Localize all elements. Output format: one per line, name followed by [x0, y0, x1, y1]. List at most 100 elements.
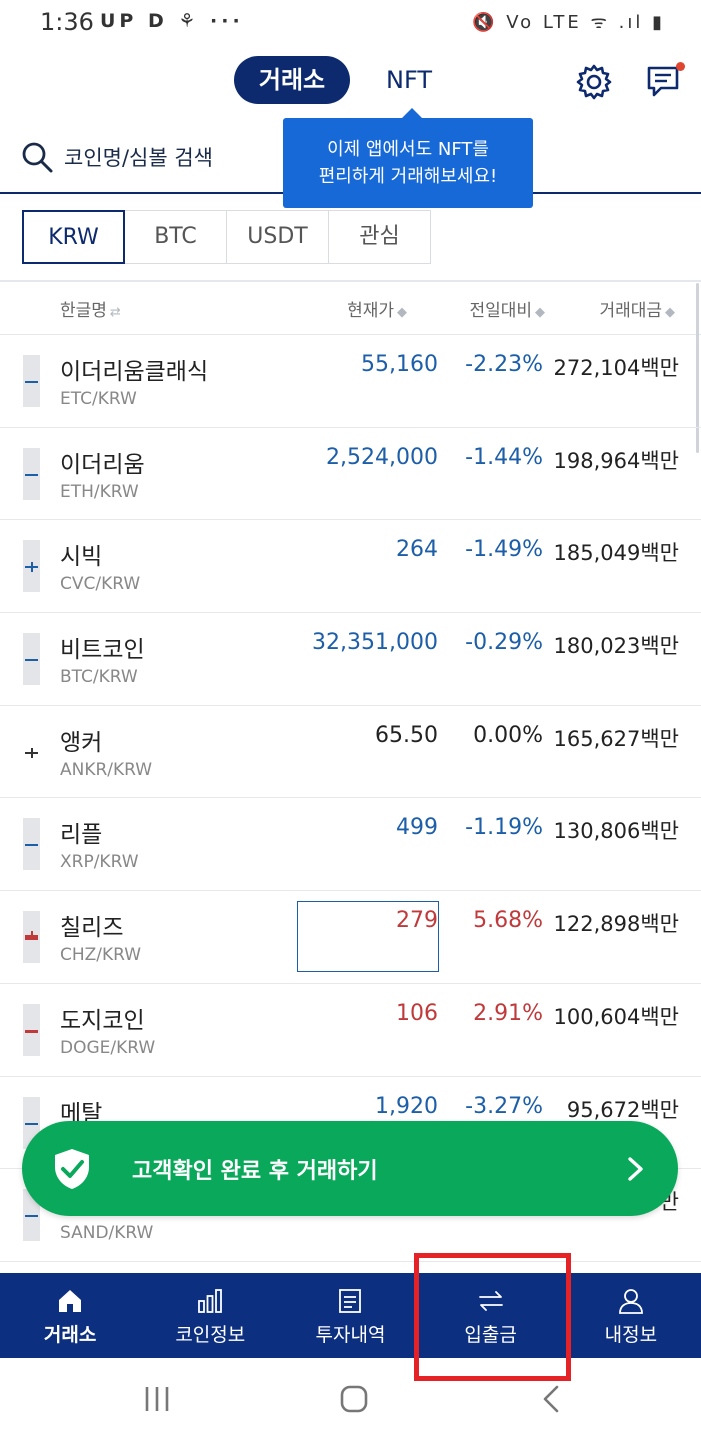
coin-price: 1,920 — [375, 1093, 438, 1119]
coin-symbol: SAND/KRW — [60, 1223, 154, 1244]
coin-volume: 130,806백만 — [553, 819, 679, 844]
back-icon[interactable] — [538, 1384, 568, 1414]
coin-change: -1.44% — [465, 444, 543, 470]
column-headers: 한글명 ⇄ 현재가 ◆ 전일대비 ◆ 거래대금 ◆ — [0, 283, 701, 335]
coin-change: -1.49% — [465, 537, 543, 563]
system-status-icons: 🔇 Vo LTE ᯤ .ıl ▮ — [472, 12, 665, 33]
coin-name: 비트코인 — [60, 637, 145, 664]
highlight-box — [414, 1253, 571, 1381]
candle-icon — [23, 818, 40, 871]
candle-icon — [23, 447, 40, 500]
coin-price: 264 — [396, 537, 438, 563]
coin-volume: 180,023백만 — [553, 634, 679, 659]
nav-investments[interactable]: 투자내역 — [280, 1273, 420, 1358]
bar-chart-icon — [196, 1287, 224, 1315]
market-tab-favorites[interactable]: 관심 — [328, 210, 431, 264]
tab-exchange[interactable]: 거래소 — [234, 56, 350, 104]
sort-icon: ◆ — [665, 305, 675, 320]
nav-label: 코인정보 — [175, 1324, 246, 1346]
bottom-nav: 거래소 코인정보 투자내역 입출금 내정보 — [0, 1273, 701, 1358]
candle-icon — [23, 633, 40, 686]
coin-price: 65.50 — [375, 722, 438, 748]
coin-change: 2.91% — [473, 1000, 543, 1026]
nav-exchange[interactable]: 거래소 — [0, 1273, 140, 1358]
column-change[interactable]: 전일대비 ◆ — [469, 296, 545, 321]
table-row[interactable]: 칠리즈 CHZ/KRW 279 5.68% 122,898백만 — [0, 891, 701, 984]
coin-name: 시빅 — [60, 544, 103, 571]
candle-icon — [23, 1003, 40, 1056]
coin-price: 2,524,000 — [326, 444, 438, 470]
tooltip-line-1: 이제 앱에서도 NFT를 — [327, 139, 489, 160]
coin-price: 106 — [396, 1000, 438, 1026]
system-nav-bar — [0, 1358, 701, 1440]
market-tabs: KRW BTC USDT 관심 — [22, 210, 431, 264]
user-icon — [617, 1287, 645, 1315]
recent-apps-icon[interactable] — [142, 1384, 172, 1414]
home-icon — [56, 1287, 84, 1315]
tooltip-line-2: 편리하게 거래해보세요! — [318, 166, 498, 187]
coin-symbol: BTC/KRW — [60, 667, 138, 688]
nav-label: 투자내역 — [315, 1324, 386, 1346]
table-row[interactable]: 앵커 ANKR/KRW 65.50 0.00% 165,627백만 — [0, 706, 701, 799]
coin-symbol: ETH/KRW — [60, 481, 139, 502]
coin-change: -1.19% — [465, 815, 543, 841]
coin-name: 이더리움 — [60, 451, 145, 478]
coin-change: -0.29% — [465, 630, 543, 656]
candle-icon — [23, 726, 40, 778]
table-row[interactable]: 이더리움클래식 ETC/KRW 55,160 -2.23% 272,104백만 — [0, 335, 701, 428]
swap-sort-icon: ⇄ — [109, 305, 121, 320]
search-icon — [20, 140, 54, 174]
table-row[interactable]: 이더리움 ETH/KRW 2,524,000 -1.44% 198,964백만 — [0, 428, 701, 521]
column-change-label: 전일대비 — [469, 301, 532, 321]
chat-icon[interactable] — [645, 62, 685, 102]
table-row[interactable]: 리플 XRP/KRW 499 -1.19% 130,806백만 — [0, 798, 701, 892]
coin-volume: 185,049백만 — [553, 541, 679, 566]
nav-my-info[interactable]: 내정보 — [561, 1273, 701, 1358]
notification-dot — [676, 62, 685, 71]
nav-label: 내정보 — [604, 1324, 658, 1346]
gear-icon[interactable] — [574, 62, 614, 102]
nav-label: 거래소 — [43, 1324, 97, 1346]
nav-coin-info[interactable]: 코인정보 — [140, 1273, 280, 1358]
home-button-icon[interactable] — [339, 1384, 369, 1414]
column-price[interactable]: 현재가 ◆ — [347, 296, 407, 321]
coin-name: 이더리움클래식 — [60, 359, 209, 385]
column-price-label: 현재가 — [347, 301, 394, 321]
coin-volume: 122,898백만 — [553, 912, 679, 937]
tab-nft[interactable]: NFT — [364, 56, 454, 104]
table-row[interactable]: 도지코인 DOGE/KRW 106 2.91% 100,604백만 — [0, 984, 701, 1077]
sort-icon: ◆ — [397, 305, 407, 320]
coin-price: 279 — [396, 908, 438, 934]
shield-check-icon — [52, 1147, 92, 1191]
table-row[interactable]: 비트코인 BTC/KRW 32,351,000 -0.29% 180,023백만 — [0, 613, 701, 706]
coin-change: 0.00% — [473, 722, 543, 748]
coin-price: 499 — [396, 815, 438, 841]
column-volume[interactable]: 거래대금 ◆ — [599, 296, 675, 321]
search-input[interactable]: 코인명/심볼 검색 — [64, 142, 213, 172]
column-name[interactable]: 한글명 ⇄ — [60, 296, 121, 321]
status-bar: 1:36 UP D ⚘ ··· 🔇 Vo LTE ᯤ .ıl ▮ — [0, 0, 701, 44]
coin-change: -2.23% — [465, 352, 543, 377]
document-icon — [336, 1287, 364, 1315]
coin-name: 칠리즈 — [60, 915, 124, 942]
market-tab-krw[interactable]: KRW — [22, 210, 125, 264]
market-tab-usdt[interactable]: USDT — [226, 210, 329, 264]
kyc-banner-button[interactable]: 고객확인 완료 후 거래하기 — [22, 1121, 678, 1216]
coin-name: 앵커 — [60, 729, 103, 756]
coin-volume: 100,604백만 — [553, 1004, 679, 1029]
column-volume-label: 거래대금 — [599, 301, 662, 321]
coin-volume: 198,964백만 — [553, 448, 679, 473]
table-row[interactable]: 시빅 CVC/KRW 264 -1.49% 185,049백만 — [0, 520, 701, 614]
candle-icon — [23, 911, 40, 964]
kyc-banner-text: 고객확인 완료 후 거래하기 — [132, 1159, 378, 1184]
coin-name: 도지코인 — [60, 1007, 145, 1034]
market-tab-btc[interactable]: BTC — [124, 210, 227, 264]
coin-symbol: ETC/KRW — [60, 389, 137, 409]
coin-volume: 95,672백만 — [566, 1097, 679, 1122]
nft-tooltip[interactable]: 이제 앱에서도 NFT를 편리하게 거래해보세요! — [283, 108, 533, 208]
candle-icon — [23, 540, 40, 593]
column-name-label: 한글명 — [60, 301, 107, 321]
coin-price: 55,160 — [361, 352, 438, 377]
notification-icons: UP D ⚘ ··· — [100, 10, 244, 32]
top-header: 거래소 NFT — [0, 44, 701, 120]
